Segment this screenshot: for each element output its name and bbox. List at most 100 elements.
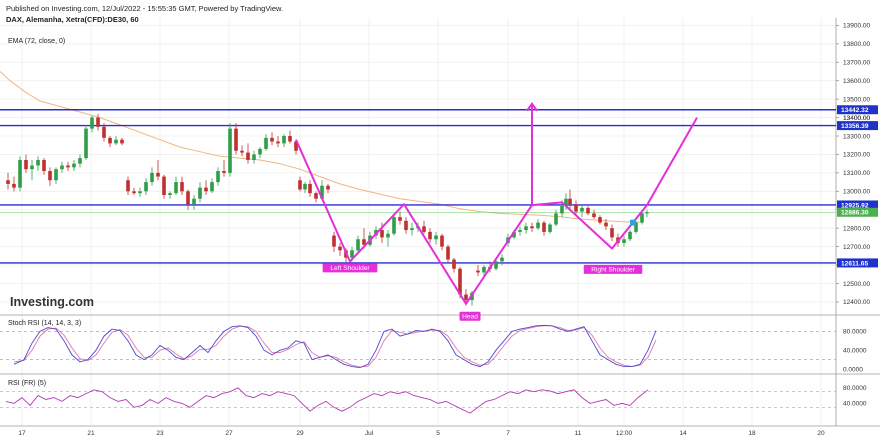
candle-body bbox=[386, 233, 390, 238]
candle-body bbox=[568, 198, 572, 205]
candle-body bbox=[476, 270, 480, 273]
price-tick-label: 12700.00 bbox=[843, 244, 870, 251]
stoch-tick-label: 80.0000 bbox=[843, 329, 867, 336]
candle-body bbox=[276, 141, 280, 144]
candle-body bbox=[524, 226, 528, 231]
candle-body bbox=[392, 217, 396, 234]
price-tick-label: 13900.00 bbox=[843, 23, 870, 30]
candle-body bbox=[452, 259, 456, 269]
ema-curve bbox=[0, 71, 641, 223]
pattern-line bbox=[295, 117, 698, 305]
rsi-fr-panel: 80.0000 40.0000 bbox=[0, 385, 867, 414]
panel-borders bbox=[0, 18, 880, 427]
candle-body bbox=[482, 266, 486, 273]
candle-body bbox=[640, 213, 644, 223]
candle-body bbox=[90, 117, 94, 129]
price-tick-label: 12500.00 bbox=[843, 281, 870, 288]
candle-body bbox=[554, 213, 558, 225]
time-tick-label: 5 bbox=[436, 430, 440, 437]
candle-body bbox=[598, 217, 602, 223]
candle-body bbox=[156, 172, 160, 177]
candle-body bbox=[434, 235, 438, 240]
candle-body bbox=[54, 169, 58, 181]
candle-body bbox=[114, 139, 118, 144]
time-tick-label: 27 bbox=[225, 430, 233, 437]
price-tick-label: 12800.00 bbox=[843, 225, 870, 232]
candle-body bbox=[356, 239, 360, 251]
candle-body bbox=[120, 139, 124, 144]
candle-body bbox=[210, 182, 214, 192]
candle-body bbox=[12, 183, 16, 188]
candle-body bbox=[18, 159, 22, 188]
dax-chart[interactable]: EMA (72, close, 0) Investing.com Left Sh… bbox=[0, 0, 880, 439]
time-tick-label: 20 bbox=[817, 430, 825, 437]
candle-body bbox=[410, 228, 414, 231]
candle-body bbox=[216, 171, 220, 183]
current-price-marker bbox=[630, 219, 636, 226]
candle-body bbox=[464, 294, 468, 301]
time-tick-label: 7 bbox=[506, 430, 510, 437]
price-tick-label: 13200.00 bbox=[843, 152, 870, 159]
stoch-tick-label: 0.0000 bbox=[843, 366, 863, 373]
price-tag-label: 12611.65 bbox=[841, 260, 868, 267]
candle-body bbox=[645, 212, 649, 214]
time-tick-label: Jul bbox=[365, 430, 374, 437]
stoch-rsi-label: Stoch RSI (14, 14, 3, 3) bbox=[8, 320, 81, 327]
time-tick-label: 12:00 bbox=[616, 430, 633, 437]
gridlines bbox=[0, 18, 836, 426]
candle-body bbox=[604, 222, 608, 227]
candle-body bbox=[500, 257, 504, 262]
candle-body bbox=[610, 228, 614, 238]
stoch-d-line bbox=[13, 325, 657, 368]
candle-body bbox=[36, 159, 40, 166]
price-tag-label: 13442.32 bbox=[841, 107, 869, 114]
candle-body bbox=[542, 222, 546, 232]
price-tick-label: 13600.00 bbox=[843, 78, 870, 85]
candle-body bbox=[586, 207, 590, 214]
price-tick-label: 13400.00 bbox=[843, 115, 870, 122]
candle-body bbox=[308, 183, 312, 194]
price-tick-label: 13700.00 bbox=[843, 60, 870, 67]
annotation-text: Head bbox=[462, 314, 478, 321]
candle-body bbox=[574, 204, 578, 212]
candle-body bbox=[264, 137, 268, 149]
candle-body bbox=[24, 159, 28, 170]
candle-body bbox=[404, 220, 408, 231]
candle-body bbox=[518, 230, 522, 232]
price-tick-label: 13800.00 bbox=[843, 41, 870, 48]
candle-body bbox=[428, 231, 432, 240]
time-tick-label: 11 bbox=[575, 430, 582, 437]
rsi-tick-label: 80.0000 bbox=[843, 385, 867, 392]
candle-body bbox=[234, 128, 238, 151]
candle-body bbox=[174, 182, 178, 194]
candle-body bbox=[150, 172, 154, 183]
candle-body bbox=[548, 224, 552, 232]
time-tick-label: 18 bbox=[748, 430, 756, 437]
candle-body bbox=[108, 137, 112, 144]
candle-body bbox=[560, 206, 564, 214]
candle-body bbox=[240, 150, 244, 153]
candle-body bbox=[592, 213, 596, 218]
price-tick-label: 13000.00 bbox=[843, 189, 870, 196]
annotation-text: Right Shoulder bbox=[591, 267, 635, 274]
candle-body bbox=[228, 128, 232, 173]
candle-body bbox=[192, 198, 196, 205]
time-tick-label: 29 bbox=[296, 430, 304, 437]
price-tick-label: 13500.00 bbox=[843, 96, 870, 103]
candle-body bbox=[282, 136, 286, 144]
candle-body bbox=[42, 159, 46, 172]
candle-body bbox=[96, 117, 100, 127]
last-bar-marker bbox=[630, 219, 636, 226]
rsi-line bbox=[5, 387, 649, 414]
candle-body bbox=[6, 180, 10, 184]
candle-body bbox=[198, 187, 202, 199]
stoch-rsi-panel: 80.0000 40.0000 0.0000 bbox=[0, 324, 867, 373]
candle-body bbox=[144, 182, 148, 192]
candle-body bbox=[440, 235, 444, 247]
time-tick-label: 14 bbox=[679, 430, 687, 437]
candle-body bbox=[66, 165, 70, 168]
candle-body bbox=[180, 182, 184, 192]
ema-line bbox=[0, 71, 641, 223]
rsi-tick-label: 40.0000 bbox=[843, 401, 867, 408]
ema-indicator-label: EMA (72, close, 0) bbox=[8, 38, 65, 45]
